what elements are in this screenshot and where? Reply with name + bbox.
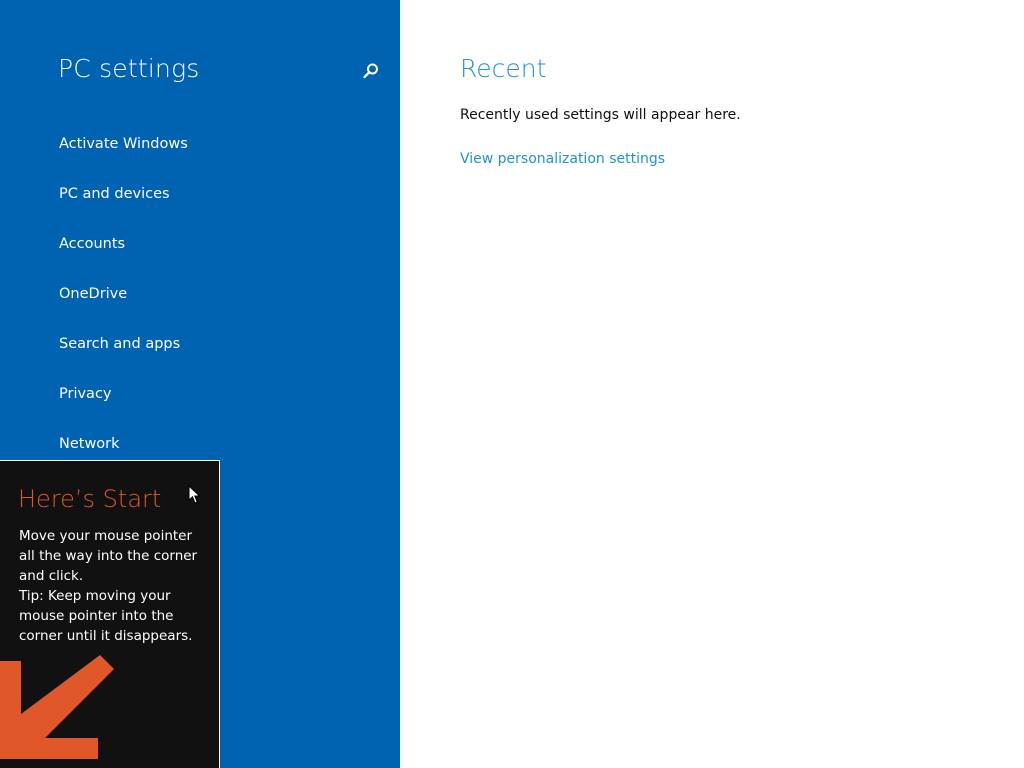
search-button[interactable] xyxy=(360,60,382,82)
nav-item-privacy[interactable]: Privacy xyxy=(59,386,112,402)
start-tip-flyout: Here’s Start Move your mouse pointer all… xyxy=(0,460,220,768)
arrow-down-left-icon xyxy=(0,655,114,759)
pc-settings-screen: PC settings Activate Windows PC and devi… xyxy=(0,0,1024,768)
nav-item-onedrive[interactable]: OneDrive xyxy=(59,286,127,302)
personalization-link[interactable]: View personalization settings xyxy=(460,151,665,167)
tip-instruction: Move your mouse pointer all the way into… xyxy=(19,528,198,584)
nav-title: PC settings xyxy=(58,54,200,83)
nav-item-search-and-apps[interactable]: Search and apps xyxy=(59,336,180,352)
nav-item-network[interactable]: Network xyxy=(59,436,120,452)
content-pane: Recent Recently used settings will appea… xyxy=(400,0,1024,768)
search-icon xyxy=(363,63,378,79)
nav-item-pc-and-devices[interactable]: PC and devices xyxy=(59,186,170,202)
tip-hint: Tip: Keep moving your mouse pointer into… xyxy=(19,588,193,644)
tip-body: Move your mouse pointer all the way into… xyxy=(19,526,209,646)
tip-title: Here’s Start xyxy=(18,485,162,513)
nav-item-activate-windows[interactable]: Activate Windows xyxy=(59,136,188,152)
page-title: Recent xyxy=(460,54,547,83)
recent-description: Recently used settings will appear here. xyxy=(460,107,741,123)
nav-item-accounts[interactable]: Accounts xyxy=(59,236,125,252)
